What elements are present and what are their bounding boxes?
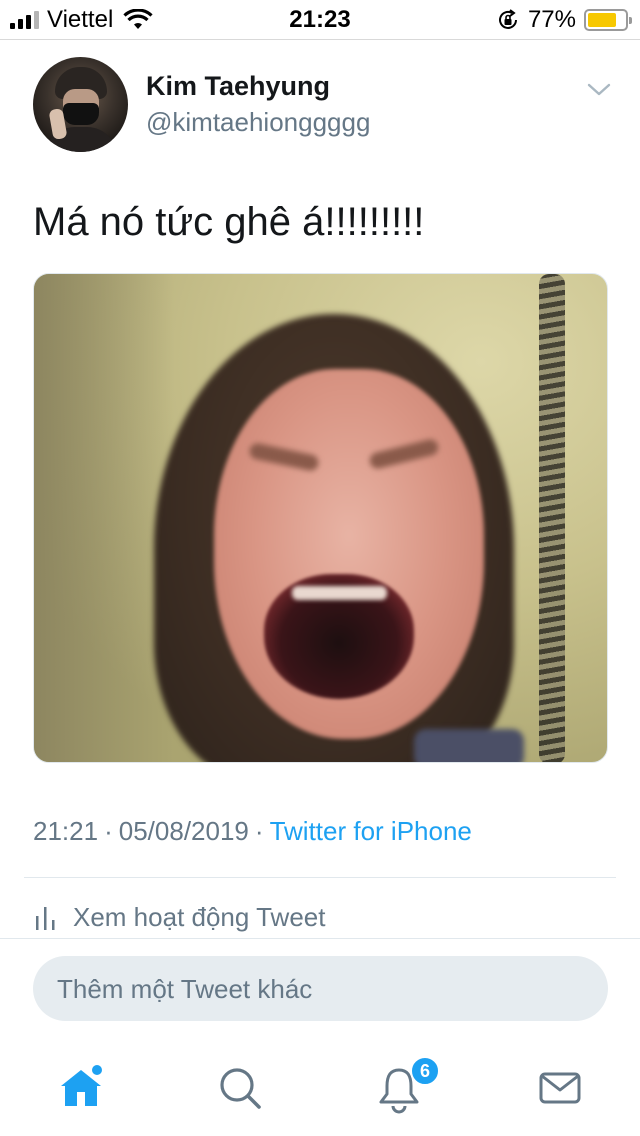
battery-percentage: 77% xyxy=(527,6,576,33)
author-avatar[interactable] xyxy=(33,57,128,152)
tab-search[interactable] xyxy=(214,1062,266,1114)
search-icon xyxy=(220,1068,261,1109)
status-bar: Viettel 21:23 77% xyxy=(0,0,640,40)
divider xyxy=(0,938,640,939)
status-right: 77% xyxy=(496,6,632,33)
notifications-badge: 6 xyxy=(410,1056,440,1086)
view-tweet-activity[interactable]: Xem hoạt động Tweet xyxy=(33,902,325,933)
tweet-text: Má nó tức ghê á!!!!!!!!! xyxy=(33,200,425,244)
meta-separator: · xyxy=(254,816,264,846)
tweet-source-link[interactable]: Twitter for iPhone xyxy=(270,816,472,846)
tab-messages[interactable] xyxy=(534,1062,586,1114)
meta-separator: · xyxy=(104,816,113,846)
analytics-icon xyxy=(36,906,55,930)
reply-input[interactable]: Thêm một Tweet khác xyxy=(33,956,608,1021)
tab-bar: 6 xyxy=(0,1040,640,1136)
home-icon xyxy=(61,1065,102,1106)
tweet-date: 05/08/2019 xyxy=(118,816,249,846)
messages-icon xyxy=(539,1072,581,1104)
author-handle[interactable]: @kimtaehionggggg xyxy=(146,107,370,138)
tweet-time: 21:21 xyxy=(33,816,99,846)
author-name[interactable]: Kim Taehyung xyxy=(146,71,330,102)
view-tweet-activity-label: Xem hoạt động Tweet xyxy=(73,902,326,932)
chevron-down-icon[interactable] xyxy=(586,80,612,100)
tweet-photo[interactable] xyxy=(33,273,608,763)
divider xyxy=(24,877,616,878)
tweet-meta: 21:21 · 05/08/2019 · Twitter for iPhone xyxy=(33,816,472,847)
tab-home[interactable] xyxy=(55,1062,107,1114)
orientation-lock-icon xyxy=(498,9,517,29)
battery-icon xyxy=(584,9,632,31)
battery-fill xyxy=(588,13,616,27)
reply-placeholder: Thêm một Tweet khác xyxy=(57,974,313,1004)
